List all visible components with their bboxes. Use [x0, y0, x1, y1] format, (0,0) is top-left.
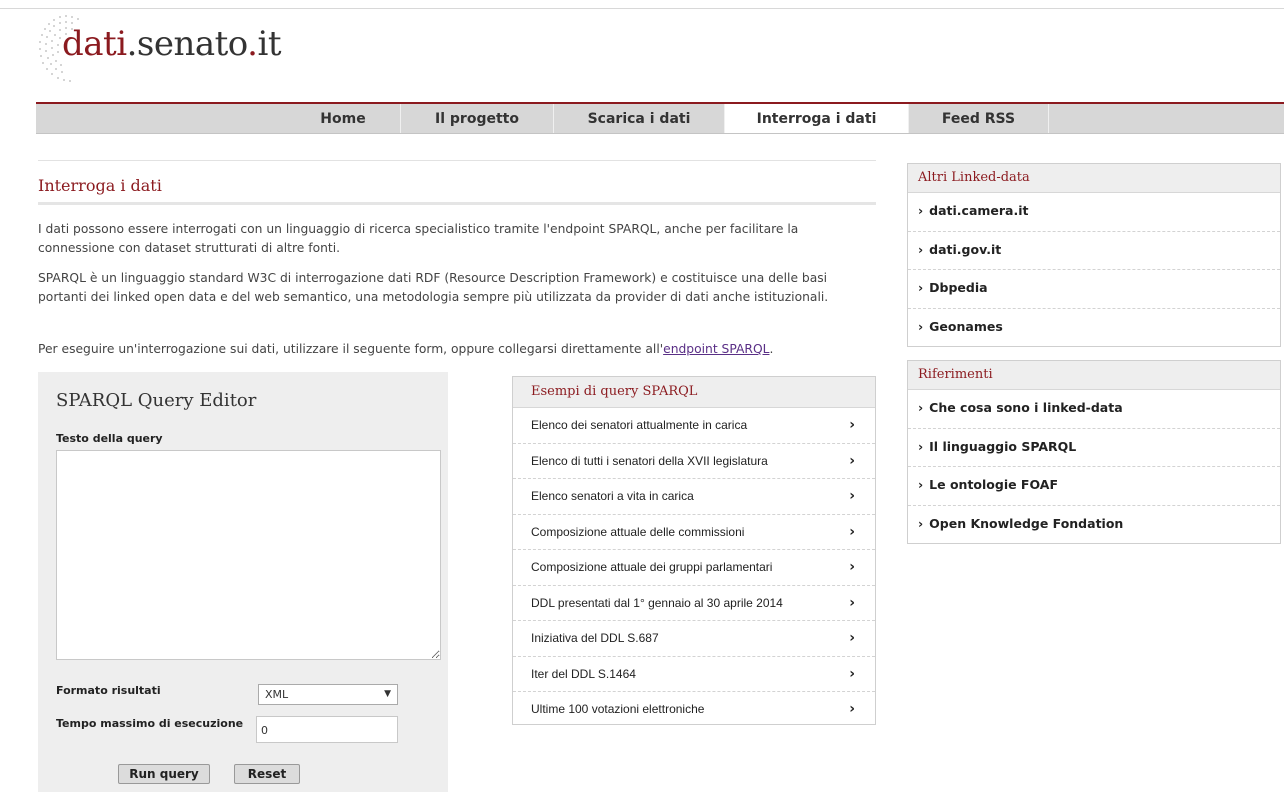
main-nav: Home Il progetto Scarica i dati Interrog…	[36, 104, 1284, 134]
endpoint-sparql-link[interactable]: endpoint SPARQL	[663, 342, 769, 356]
linked-data-link[interactable]: › Dbpedia	[908, 270, 1280, 309]
query-text-label: Testo della query	[56, 432, 163, 445]
altri-linked-data-box: Altri Linked-data › dati.camera.it › dati.…	[907, 163, 1281, 347]
example-query-label: Ultime 100 votazioni elettroniche	[531, 702, 705, 716]
chevron-right-icon: ›	[849, 665, 855, 682]
chevron-right-icon: ›	[849, 630, 855, 646]
riferimenti-title: Riferimenti	[908, 361, 1280, 390]
example-query-label: Composizione attuale delle commissioni	[531, 524, 745, 539]
reference-label: Che cosa sono i linked-data	[929, 400, 1123, 415]
example-query-label: Elenco senatori a vita in carica	[531, 489, 694, 503]
linked-data-label: Geonames	[929, 318, 1003, 334]
intro-paragraph-1: I dati possono essere interrogati con un…	[38, 222, 799, 255]
nav-il-progetto[interactable]: Il progetto	[401, 104, 554, 133]
example-query-label: Elenco di tutti i senatori della XVII le…	[531, 453, 768, 468]
reference-label: Il linguaggio SPARQL	[929, 438, 1077, 454]
example-query-label: DDL presentati dal 1° gennaio al 30 apri…	[531, 595, 783, 610]
intro-paragraph-3: Per eseguire un'interrogazione sui dati,…	[38, 340, 876, 359]
title-rule	[38, 202, 876, 205]
logo-part-senato: .senato	[126, 24, 248, 64]
linked-data-title: Altri Linked-data	[908, 164, 1280, 193]
page-title: Interroga i dati	[38, 176, 162, 195]
chevron-right-icon: ›	[849, 523, 855, 540]
chevron-right-icon: ›	[849, 488, 855, 504]
reference-label: Open Knowledge Fondation	[929, 515, 1124, 531]
timeout-input[interactable]: 0	[256, 716, 398, 743]
linked-data-label: dati.camera.it	[929, 203, 1029, 218]
reference-link[interactable]: › Le ontologie FOAF	[908, 467, 1280, 506]
reference-link[interactable]: › Il linguaggio SPARQL	[908, 429, 1280, 467]
example-query-label: Iniziativa del DDL S.687	[531, 631, 659, 645]
chevron-right-icon: ›	[918, 318, 924, 334]
riferimenti-box: Riferimenti › Che cosa sono i linked-data…	[907, 360, 1281, 544]
intro-paragraph-3-end: .	[769, 342, 774, 356]
logo-part-dati: dati	[62, 24, 127, 64]
example-query-item[interactable]: Composizione attuale dei gruppi parlamen…	[513, 550, 875, 586]
chevron-right-icon: ›	[849, 452, 855, 469]
format-label: Formato risultati	[56, 684, 161, 697]
nav-interroga-i-dati[interactable]: Interroga i dati	[725, 104, 909, 133]
example-query-item[interactable]: Composizione attuale delle commissioni ›	[513, 515, 875, 550]
examples-title: Esempi di query SPARQL	[513, 377, 875, 408]
query-textarea[interactable]	[56, 450, 441, 660]
example-query-item[interactable]: DDL presentati dal 1° gennaio al 30 apri…	[513, 586, 875, 621]
chevron-right-icon: ›	[918, 477, 924, 492]
example-query-label: Composizione attuale dei gruppi parlamen…	[531, 560, 773, 574]
reference-label: Le ontologie FOAF	[929, 477, 1058, 492]
dropdown-arrow-icon: ▼	[384, 689, 391, 699]
chevron-right-icon: ›	[918, 280, 924, 295]
example-query-item[interactable]: Elenco dei senatori attualmente in caric…	[513, 408, 875, 444]
reset-button[interactable]: Reset	[234, 764, 300, 784]
example-query-item[interactable]: Elenco di tutti i senatori della XVII le…	[513, 444, 875, 479]
example-query-item[interactable]: Ultime 100 votazioni elettroniche ›	[513, 692, 875, 727]
format-select-value: XML	[265, 688, 289, 701]
chevron-right-icon: ›	[849, 417, 855, 433]
nav-home[interactable]: Home	[286, 104, 401, 133]
chevron-right-icon: ›	[918, 203, 924, 218]
sparql-examples-panel: Esempi di query SPARQL Elenco dei senato…	[512, 376, 876, 725]
logo-part-it: it	[257, 24, 282, 64]
example-query-item[interactable]: Elenco senatori a vita in carica ›	[513, 479, 875, 515]
chevron-right-icon: ›	[918, 400, 924, 415]
sparql-query-editor: SPARQL Query Editor Testo della query Fo…	[38, 372, 448, 792]
nav-scarica-i-dati[interactable]: Scarica i dati	[554, 104, 725, 133]
editor-title: SPARQL Query Editor	[56, 390, 257, 411]
reference-link[interactable]: › Che cosa sono i linked-data	[908, 390, 1280, 429]
chevron-right-icon: ›	[918, 438, 924, 454]
logo-part-dot: .	[247, 24, 258, 64]
linked-data-link[interactable]: › dati.camera.it	[908, 193, 1280, 232]
linked-data-link[interactable]: › Geonames	[908, 309, 1280, 347]
chevron-right-icon: ›	[849, 559, 855, 575]
linked-data-link[interactable]: › dati.gov.it	[908, 232, 1280, 270]
nav-feed-rss[interactable]: Feed RSS	[909, 104, 1049, 133]
linked-data-label: dati.gov.it	[929, 241, 1002, 257]
reference-link[interactable]: › Open Knowledge Fondation	[908, 506, 1280, 544]
example-query-label: Iter del DDL S.1464	[531, 666, 636, 681]
example-query-item[interactable]: Iter del DDL S.1464 ›	[513, 657, 875, 692]
intro-paragraph-2: SPARQL è un linguaggio standard W3C di i…	[38, 271, 829, 304]
chevron-right-icon: ›	[849, 701, 855, 717]
format-select[interactable]: XML ▼	[258, 684, 398, 705]
site-logo[interactable]: dati.senato.it	[62, 24, 282, 64]
chevron-right-icon: ›	[918, 241, 924, 257]
chevron-right-icon: ›	[849, 594, 855, 611]
run-query-button[interactable]: Run query	[118, 764, 210, 784]
content-divider	[38, 160, 876, 161]
timeout-label: Tempo massimo di esecuzione	[56, 717, 244, 730]
example-query-label: Elenco dei senatori attualmente in caric…	[531, 418, 748, 432]
chevron-right-icon: ›	[918, 515, 924, 531]
top-divider	[0, 8, 1284, 9]
example-query-item[interactable]: Iniziativa del DDL S.687 ›	[513, 621, 875, 657]
intro-paragraph-3-text: Per eseguire un'interrogazione sui dati,…	[38, 342, 664, 356]
linked-data-label: Dbpedia	[929, 280, 988, 295]
